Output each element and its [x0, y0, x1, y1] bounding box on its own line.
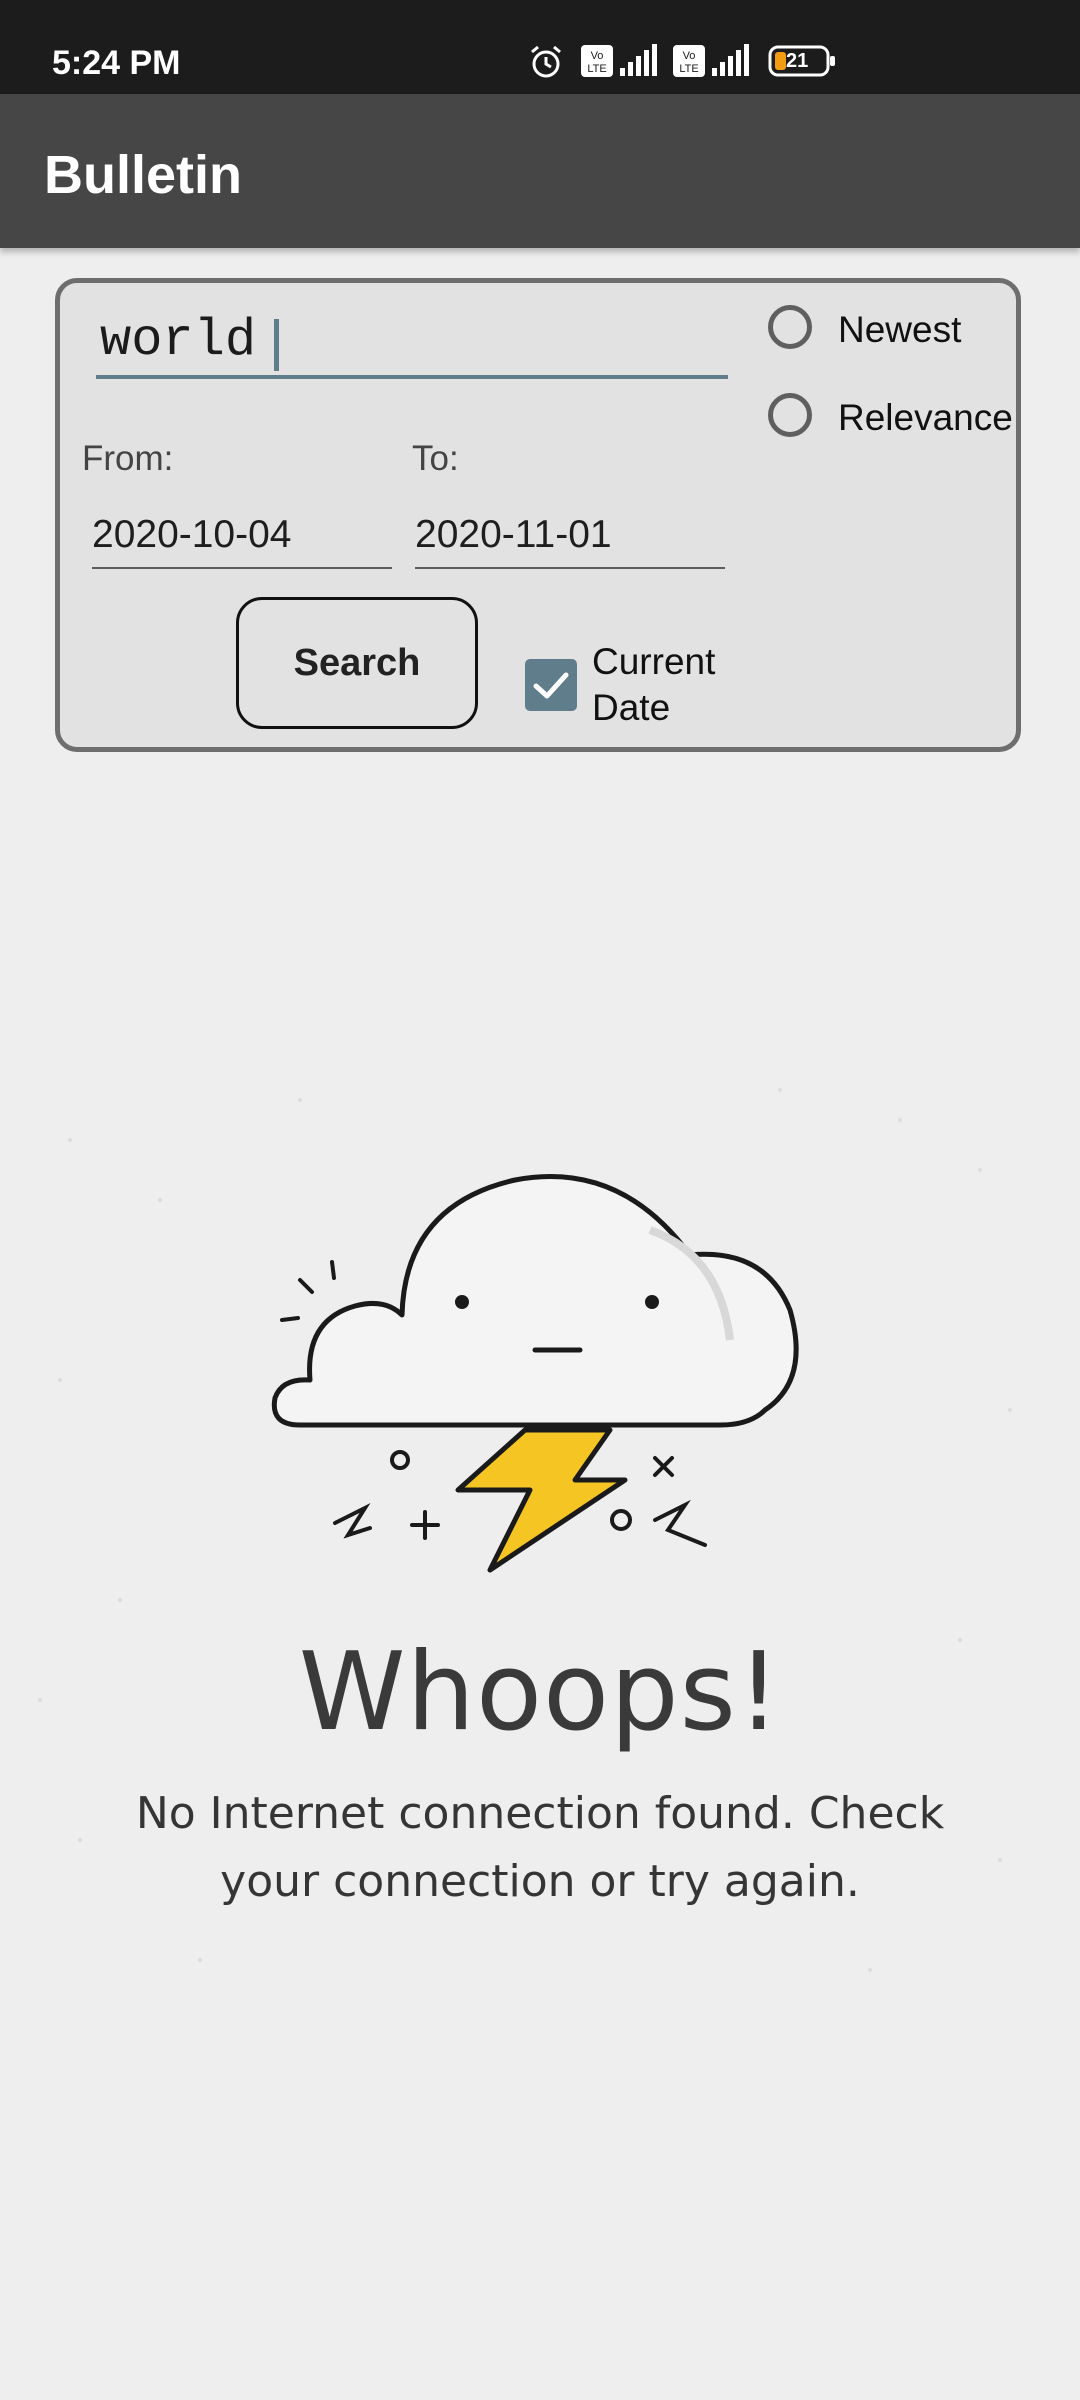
from-label: From:	[82, 439, 174, 478]
radio-newest[interactable]	[768, 305, 812, 349]
error-message: No Internet connection found. Check your…	[135, 1788, 945, 1907]
volte-icon: Vo LTE	[581, 45, 613, 77]
alarm-icon	[531, 45, 561, 78]
radio-relevance-label[interactable]: Relevance	[838, 397, 1013, 439]
status-bar: 5:24 PM Vo LTE Vo LTE 21	[0, 0, 1080, 94]
radio-newest-label[interactable]: Newest	[838, 309, 961, 351]
to-date-field[interactable]	[415, 503, 725, 569]
svg-text:Vo: Vo	[591, 50, 604, 62]
error-title: Whoops!	[298, 1630, 782, 1755]
app-title: Bulletin	[44, 145, 242, 205]
to-label: To:	[412, 439, 459, 478]
volte-icon: Vo LTE	[673, 45, 705, 77]
current-date-label[interactable]: Current Date	[592, 639, 742, 731]
radio-relevance[interactable]	[768, 393, 812, 437]
search-button[interactable]: Search	[236, 597, 478, 729]
svg-text:LTE: LTE	[679, 63, 698, 75]
checkmark-icon	[533, 672, 569, 699]
status-time: 5:24 PM	[52, 44, 181, 82]
search-card: Newest Relevance From: To: Search Curren…	[55, 278, 1021, 752]
signal-icon	[712, 44, 749, 76]
cloud-icon	[271, 1174, 799, 1428]
svg-text:Vo: Vo	[683, 50, 696, 62]
svg-text:LTE: LTE	[587, 63, 606, 75]
text-cursor	[274, 319, 279, 371]
lightning-icon	[455, 1427, 628, 1573]
app-bar: Bulletin	[0, 94, 1080, 248]
search-query-input[interactable]	[96, 305, 728, 379]
battery-level: 21	[786, 50, 809, 72]
current-date-checkbox[interactable]	[525, 659, 577, 711]
from-date-field[interactable]	[92, 503, 392, 569]
signal-icon	[620, 44, 657, 76]
